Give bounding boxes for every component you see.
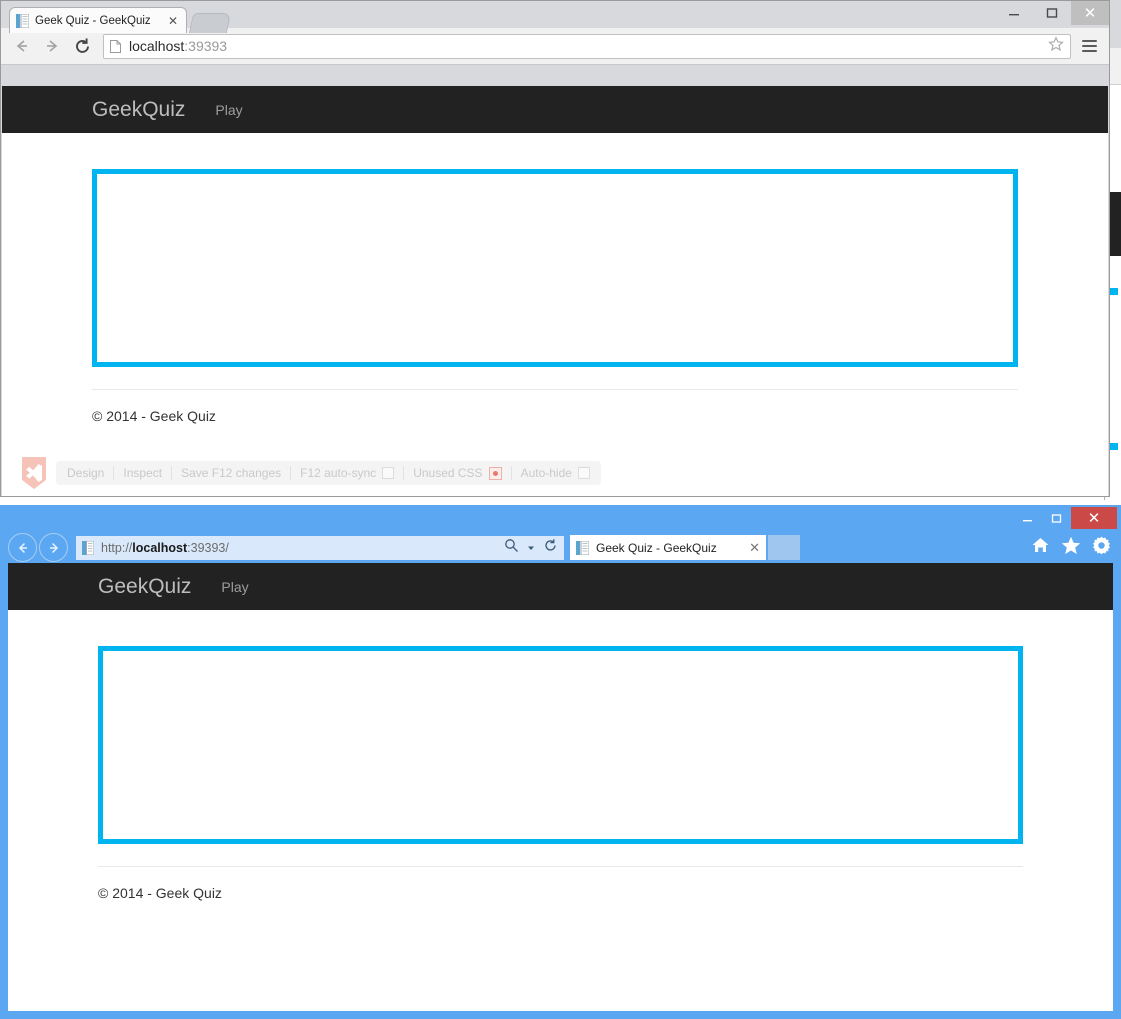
quiz-content-box: [92, 169, 1018, 367]
ie-titlebar[interactable]: ✕: [0, 505, 1121, 532]
site-container: © 2014 - Geek Quiz: [2, 169, 1108, 424]
ie-close-button[interactable]: ✕: [1071, 507, 1117, 529]
favorites-icon[interactable]: [1061, 536, 1081, 560]
home-icon[interactable]: [1031, 536, 1050, 559]
bookmark-star-icon[interactable]: [1048, 35, 1064, 57]
back-button[interactable]: [7, 32, 37, 60]
page-favicon: [576, 540, 590, 555]
browser-link-f12-auto-sync-label: F12 auto-sync: [300, 466, 377, 480]
ie-toolbar: http://localhost:39393/ Geek Quiz - Geek…: [0, 532, 1121, 563]
quiz-content-box: [98, 646, 1023, 844]
chrome-tab-close-icon[interactable]: ✕: [166, 14, 180, 28]
chrome-tabstrip: Geek Quiz - GeekQuiz ✕: [1, 5, 232, 33]
ie-url-host: localhost: [132, 540, 188, 555]
chrome-address-bar[interactable]: localhost:39393: [103, 33, 1071, 59]
ie-refresh-icon[interactable]: [543, 538, 558, 558]
forward-button[interactable]: [37, 32, 67, 60]
browser-link-auto-hide-label: Auto-hide: [520, 466, 572, 480]
site-container: © 2014 - Geek Quiz: [8, 646, 1113, 901]
browser-link-auto-hide[interactable]: Auto-hide: [512, 466, 599, 480]
browser-link-unused-css[interactable]: Unused CSS: [404, 466, 510, 480]
auto-hide-checkbox[interactable]: [577, 467, 590, 479]
page-favicon: [82, 540, 95, 555]
chrome-new-tab-button[interactable]: [188, 13, 232, 33]
background-window-accent-top: [1110, 288, 1118, 295]
chrome-window-controls: ✕: [995, 1, 1109, 25]
site-brand[interactable]: GeekQuiz: [92, 98, 185, 122]
browser-link-unused-css-label: Unused CSS: [413, 466, 483, 480]
page-document-icon: [110, 39, 121, 53]
ie-address-bar-tools: [504, 538, 558, 558]
unused-css-record-icon[interactable]: [488, 466, 502, 480]
internet-explorer-window[interactable]: ✕ http://localhost:39393/ Geek Quiz - Ge…: [0, 505, 1121, 1019]
minimize-button[interactable]: [995, 1, 1033, 25]
browser-link-save-f12-label: Save F12 changes: [181, 466, 282, 480]
chrome-titlebar[interactable]: Geek Quiz - GeekQuiz ✕ ✕: [1, 1, 1109, 33]
reload-button[interactable]: [67, 32, 97, 60]
ie-maximize-button[interactable]: [1042, 507, 1071, 529]
browser-link-toolbar[interactable]: Design Inspect Save F12 changes F12 auto…: [20, 456, 601, 490]
hamburger-icon: [1081, 37, 1097, 55]
site-footer-text: © 2014 - Geek Quiz: [98, 885, 222, 901]
page-favicon: [16, 13, 30, 28]
search-dropdown-caret-icon[interactable]: [527, 539, 535, 557]
browser-link-design-label: Design: [67, 466, 105, 480]
chrome-page-viewport: GeekQuiz Play © 2014 - Geek Quiz Design …: [2, 86, 1108, 496]
settings-icon[interactable]: [1092, 536, 1111, 560]
chrome-tab-title: Geek Quiz - GeekQuiz: [35, 14, 151, 27]
close-button[interactable]: ✕: [1071, 1, 1109, 25]
browser-link-design[interactable]: Design: [58, 466, 113, 480]
ie-command-icons: [1031, 536, 1111, 560]
browser-link-inspect-label: Inspect: [123, 466, 163, 480]
site-navbar: GeekQuiz Play: [8, 563, 1113, 610]
search-icon[interactable]: [504, 538, 519, 558]
ie-back-button[interactable]: [8, 533, 37, 562]
chrome-menu-button[interactable]: [1075, 32, 1103, 60]
ie-minimize-button[interactable]: [1013, 507, 1042, 529]
ie-tab-close-icon[interactable]: ✕: [749, 540, 760, 556]
ie-tab[interactable]: Geek Quiz - GeekQuiz ✕: [570, 535, 766, 560]
ie-address-bar[interactable]: http://localhost:39393/: [76, 535, 564, 560]
chrome-browser-window[interactable]: Geek Quiz - GeekQuiz ✕ ✕ localhost:39393…: [0, 0, 1110, 497]
ie-forward-button[interactable]: [39, 533, 68, 562]
f12-auto-sync-checkbox[interactable]: [382, 467, 395, 479]
visual-studio-logo-icon: [20, 456, 48, 490]
chrome-url-host: localhost: [129, 38, 185, 54]
site-brand[interactable]: GeekQuiz: [98, 575, 191, 599]
chrome-url-rest: :39393: [184, 38, 228, 54]
maximize-button[interactable]: [1033, 1, 1071, 25]
ie-url-rest: :39393/: [187, 540, 229, 555]
ie-new-tab-button[interactable]: [768, 535, 800, 560]
ie-window-controls: ✕: [1013, 507, 1117, 529]
browser-link-inspect[interactable]: Inspect: [114, 466, 171, 480]
chrome-toolbar: localhost:39393: [1, 28, 1109, 65]
background-window-navbar: [1109, 192, 1121, 256]
browser-link-pill: Design Inspect Save F12 changes F12 auto…: [56, 461, 601, 485]
site-footer-text: © 2014 - Geek Quiz: [92, 408, 216, 424]
ie-page-viewport: GeekQuiz Play © 2014 - Geek Quiz: [8, 563, 1113, 1011]
ie-tab-title: Geek Quiz - GeekQuiz: [596, 540, 717, 555]
browser-link-f12-auto-sync[interactable]: F12 auto-sync: [291, 466, 403, 480]
nav-link-play[interactable]: Play: [215, 102, 242, 118]
nav-link-play[interactable]: Play: [221, 579, 248, 595]
background-window-accent-bottom: [1110, 443, 1118, 450]
chrome-url-text: localhost:39393: [129, 38, 227, 54]
chrome-tab[interactable]: Geek Quiz - GeekQuiz ✕: [9, 7, 187, 33]
browser-link-save-f12-changes[interactable]: Save F12 changes: [172, 466, 290, 480]
ie-url-prefix: http://: [101, 540, 133, 555]
ie-url-text: http://localhost:39393/: [101, 541, 229, 555]
site-navbar: GeekQuiz Play: [2, 86, 1108, 133]
